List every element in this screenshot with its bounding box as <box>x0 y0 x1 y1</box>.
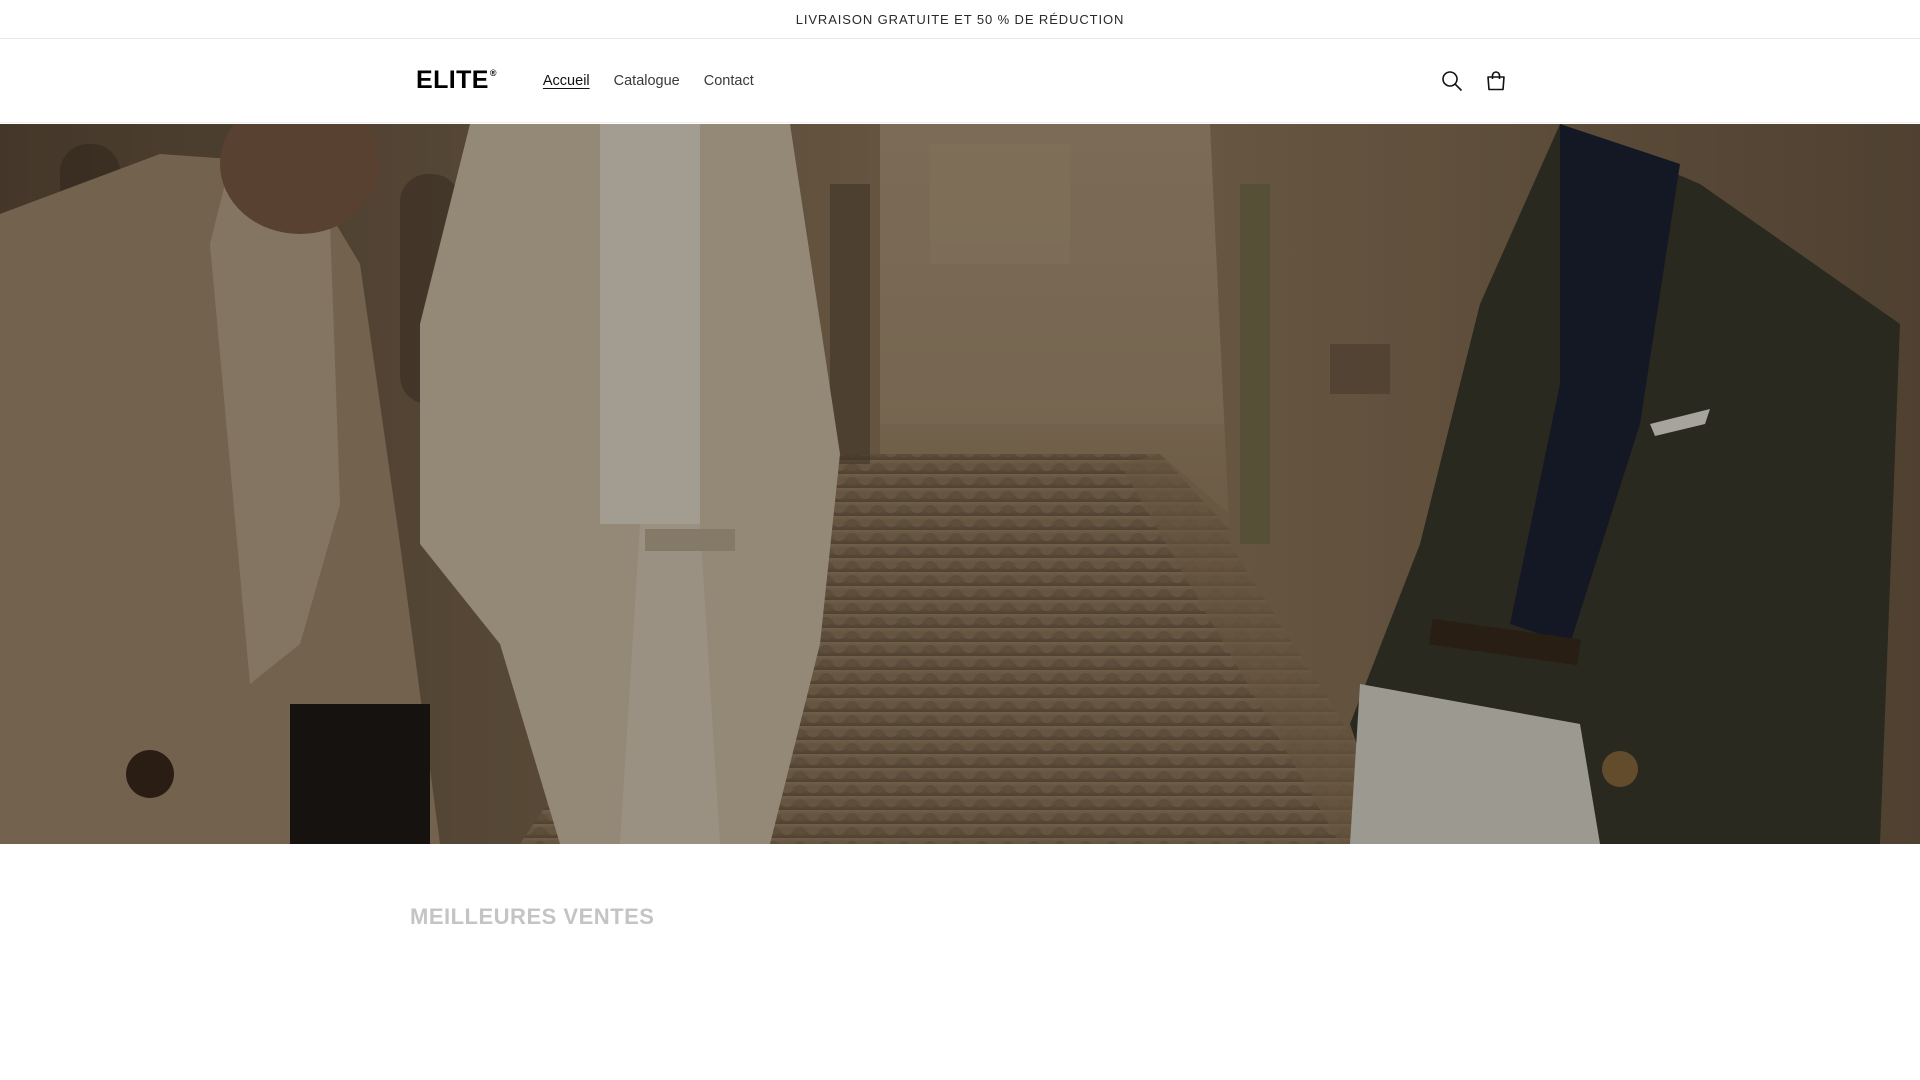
nav-link-accueil[interactable]: Accueil <box>543 73 590 89</box>
header-inner: ELITE ® Accueil Catalogue Contact <box>410 39 1510 122</box>
cart-icon <box>1487 70 1505 90</box>
best-sellers-heading: MEILLEURES VENTES <box>410 904 655 929</box>
nav-link-contact[interactable]: Contact <box>704 73 754 89</box>
logo-registered-mark: ® <box>489 68 497 78</box>
main-nav: Accueil Catalogue Contact <box>543 73 778 89</box>
search-button[interactable] <box>1440 69 1464 93</box>
hero-dim-overlay <box>0 124 1920 844</box>
hero-banner <box>0 124 1920 844</box>
site-header: ELITE ® Accueil Catalogue Contact <box>0 39 1920 123</box>
announcement-bar: LIVRAISON GRATUITE ET 50 % DE RÉDUCTION <box>0 0 1920 39</box>
brand-logo[interactable]: ELITE ® <box>416 66 497 95</box>
cart-button[interactable] <box>1484 69 1508 93</box>
nav-link-catalogue[interactable]: Catalogue <box>614 73 680 89</box>
search-icon <box>1442 70 1463 91</box>
announcement-text: LIVRAISON GRATUITE ET 50 % DE RÉDUCTION <box>795 11 1125 27</box>
logo-text: ELITE <box>416 66 489 94</box>
header-icons <box>1440 69 1508 93</box>
